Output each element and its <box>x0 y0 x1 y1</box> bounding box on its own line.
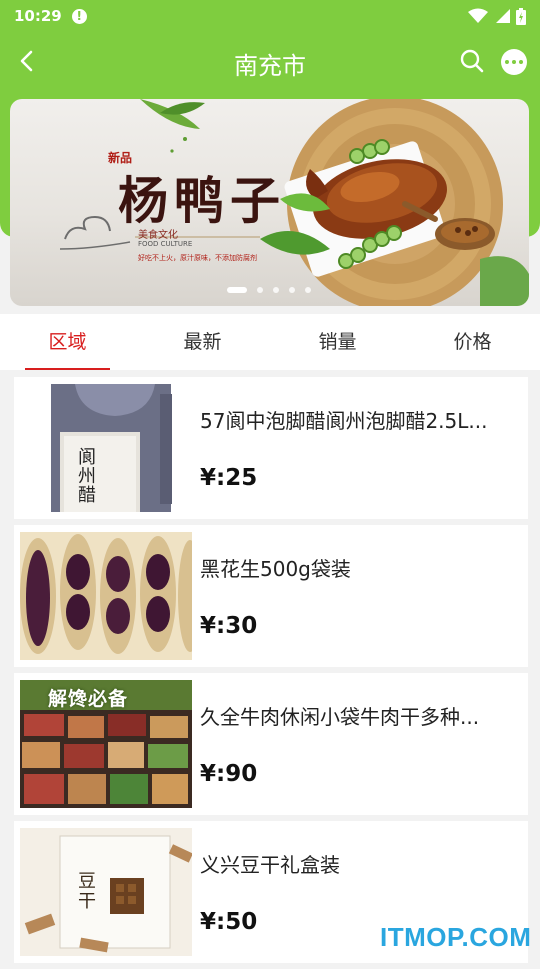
product-name: 57阆中泡脚醋阆州泡脚醋2.5L... <box>200 409 488 433</box>
more-button[interactable] <box>501 49 527 75</box>
product-price: ¥:90 <box>200 761 258 787</box>
status-time: 10:29 <box>14 7 62 25</box>
product-price: ¥:25 <box>200 465 258 491</box>
pagination-dot <box>257 287 263 293</box>
banner-slogan: 好吃不上火，原汁原味，不添加防腐剂 <box>138 254 257 262</box>
pagination-dot <box>273 287 279 293</box>
sort-tabs: 区域 最新 销量 价格 <box>0 314 540 370</box>
product-list: 阆州醋 57阆中泡脚醋阆州泡脚醋2.5L... ¥:25 黑花生500g袋装 ¥… <box>14 377 528 969</box>
wifi-icon <box>468 8 488 23</box>
tab-newest[interactable]: 最新 <box>135 314 270 370</box>
tab-price[interactable]: 价格 <box>405 314 540 370</box>
product-card[interactable]: 阆州醋 57阆中泡脚醋阆州泡脚醋2.5L... ¥:25 <box>14 377 528 519</box>
vinegar-label: 阆州醋 <box>78 447 96 506</box>
banner-title: 杨鸭子 <box>118 171 286 230</box>
watermark: ITMOP.COM <box>380 922 532 952</box>
pagination-dot-active <box>227 287 247 293</box>
jerky-banner-text: 解馋必备 <box>48 688 129 710</box>
signal-icon <box>496 9 510 23</box>
status-bar: 10:29 ! <box>0 0 540 32</box>
tab-region[interactable]: 区域 <box>0 314 135 370</box>
nav-bar: 南充市 <box>0 32 540 90</box>
alert-icon: ! <box>71 8 87 24</box>
product-name: 义兴豆干礼盒装 <box>200 853 340 877</box>
product-image: 豆干 <box>20 828 192 956</box>
product-card[interactable]: 黑花生500g袋装 ¥:30 <box>14 525 528 667</box>
promo-banner[interactable]: 杨鸭子 新品 美食文化 FOOD CULTURE 好吃不上火，原汁原味，不添加防… <box>10 99 529 306</box>
search-button[interactable] <box>456 46 488 78</box>
banner-tag: 新品 <box>108 151 133 165</box>
product-name: 久全牛肉休闲小袋牛肉干多种... <box>200 705 480 729</box>
banner-culture-cn: 美食文化 <box>138 230 178 241</box>
tofu-box-label: 豆干 <box>78 871 96 912</box>
product-price: ¥:50 <box>200 909 258 935</box>
product-price: ¥:30 <box>200 613 258 639</box>
tofu-gift-box-image <box>20 828 192 956</box>
banner-culture-en: FOOD CULTURE <box>138 240 193 248</box>
status-icons <box>468 7 526 25</box>
battery-icon <box>516 7 526 25</box>
product-card[interactable]: 解馋必备 久全牛肉休闲小袋牛肉干多种... ¥:90 <box>14 673 528 815</box>
search-icon <box>460 49 484 73</box>
vinegar-jug-image <box>51 384 172 512</box>
product-image: 解馋必备 <box>20 680 192 808</box>
more-dots-icon <box>504 60 525 64</box>
black-peanut-image <box>20 532 192 660</box>
pagination-dot <box>289 287 295 293</box>
tab-sales[interactable]: 销量 <box>270 314 405 370</box>
pagination-dot <box>305 287 311 293</box>
banner-pagination <box>227 287 311 293</box>
product-image: 阆州醋 <box>20 384 192 512</box>
product-name: 黑花生500g袋装 <box>200 557 351 581</box>
product-image <box>20 532 192 660</box>
